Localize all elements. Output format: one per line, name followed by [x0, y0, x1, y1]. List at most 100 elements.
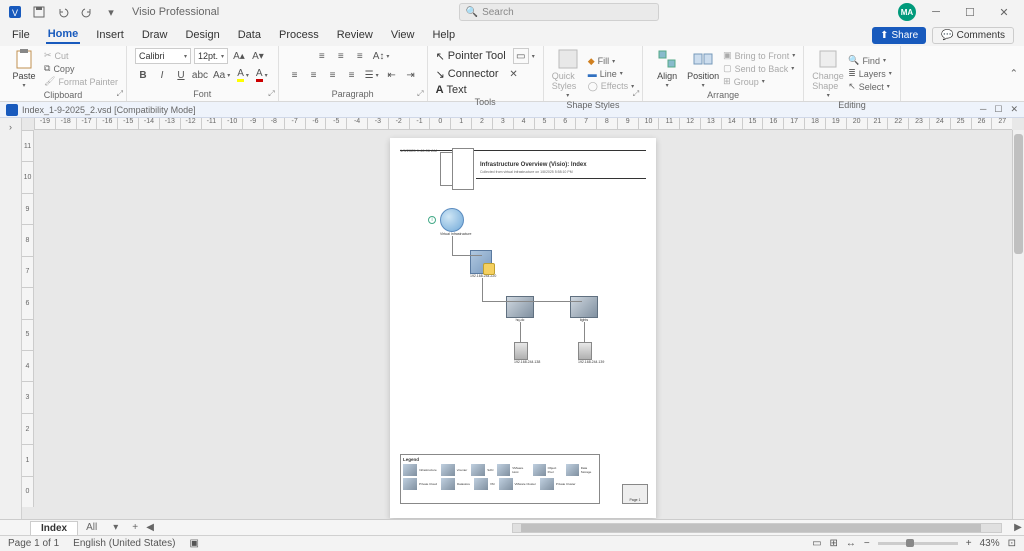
align-middle-button[interactable]: ≡	[333, 48, 349, 64]
node-globe[interactable]: i Virtual Infrastructure	[440, 208, 471, 236]
position-button[interactable]: Position▾	[687, 48, 719, 89]
fill-button[interactable]: ◆Fill▾	[588, 56, 634, 67]
quick-styles-button[interactable]: Quick Styles▾	[552, 48, 584, 99]
grow-font-button[interactable]: A▴	[231, 48, 247, 64]
horizontal-scrollbar[interactable]	[512, 523, 1002, 533]
zoom-in-button[interactable]: +	[966, 538, 972, 549]
undo-icon[interactable]	[54, 3, 72, 21]
redo-icon[interactable]	[78, 3, 96, 21]
maximize-button[interactable]: ☐	[956, 3, 984, 21]
zoom-slider-knob[interactable]	[906, 539, 914, 547]
menu-home[interactable]: Home	[46, 26, 81, 44]
node-server1[interactable]: 192.168.244.138	[514, 342, 540, 364]
text-tool-button[interactable]: AText	[436, 84, 467, 96]
shape-styles-launcher[interactable]: ⤢	[633, 89, 639, 99]
select-button[interactable]: ↖Select▾	[848, 81, 892, 92]
change-case-button[interactable]: Aa▾	[211, 67, 232, 83]
cut-button[interactable]: ✂Cut	[44, 50, 118, 61]
highlight-button[interactable]: A▾	[235, 67, 251, 83]
line-button[interactable]: ▬Line▾	[588, 69, 634, 79]
menu-design[interactable]: Design	[183, 27, 221, 43]
effects-button[interactable]: ◯Effects▾	[588, 81, 634, 92]
drawing-canvas[interactable]: 1/9/2025 9:46:06 AM Infrastructure Overv…	[34, 130, 1012, 519]
zoom-out-button[interactable]: −	[864, 538, 870, 549]
doc-close-button[interactable]: ✕	[1010, 104, 1018, 115]
underline-button[interactable]: U	[173, 67, 189, 83]
zoom-fit-button[interactable]: ⊡	[1008, 538, 1016, 549]
share-button[interactable]: ⬆Share	[872, 27, 926, 44]
legend-box[interactable]: Legend InfrastructurevCenterSANVMware Ho…	[400, 454, 600, 504]
align-top-button[interactable]: ≡	[314, 48, 330, 64]
info-icon[interactable]: i	[428, 216, 436, 224]
search-box[interactable]: 🔍 Search	[459, 3, 659, 21]
bring-to-front-button[interactable]: ▣Bring to Front▾	[723, 50, 795, 61]
comments-button[interactable]: 💬Comments	[932, 27, 1014, 44]
zoom-slider[interactable]	[878, 542, 958, 545]
zoom-level[interactable]: 43%	[980, 538, 1000, 549]
vertical-scrollbar[interactable]	[1012, 130, 1024, 519]
rectangle-tool-button[interactable]: ▭	[513, 48, 529, 64]
shapes-pane-collapsed[interactable]: ›	[0, 118, 22, 519]
pointer-tool-button[interactable]: ↖Pointer Tool▭▾	[436, 48, 535, 64]
decrease-indent-button[interactable]: ⇤	[384, 67, 400, 83]
language-indicator[interactable]: English (United States)	[73, 538, 175, 549]
find-button[interactable]: 🔍Find▾	[848, 55, 892, 66]
visio-app-icon[interactable]: V	[6, 3, 24, 21]
page-indicator[interactable]: Page 1 of 1	[8, 538, 59, 549]
menu-data[interactable]: Data	[236, 27, 263, 43]
save-icon[interactable]	[30, 3, 48, 21]
header-box-overlay[interactable]	[452, 148, 474, 190]
font-size-select[interactable]: 12pt.▾	[194, 48, 228, 64]
group-button[interactable]: ⊞Group▾	[723, 76, 795, 87]
connector-tool-button[interactable]: ↘Connector✕	[436, 66, 522, 82]
font-color-button[interactable]: A▾	[254, 67, 270, 83]
font-launcher[interactable]: ⤢	[268, 89, 274, 99]
format-painter-button[interactable]: 🖌Format Painter	[44, 76, 118, 87]
text-direction-button[interactable]: A↕▾	[371, 48, 392, 64]
shrink-font-button[interactable]: A▾	[250, 48, 266, 64]
sheet-tab-more[interactable]: ▾	[105, 521, 126, 534]
send-to-back-button[interactable]: ▢Send to Back▾	[723, 63, 795, 74]
menu-help[interactable]: Help	[430, 27, 457, 43]
scroll-right-button[interactable]: ▶	[1012, 522, 1024, 533]
italic-button[interactable]: I	[154, 67, 170, 83]
paragraph-launcher[interactable]: ⤢	[417, 89, 423, 99]
node-server2[interactable]: 192.168.244.139	[578, 342, 604, 364]
menu-view[interactable]: View	[389, 27, 417, 43]
user-avatar[interactable]: MA	[898, 3, 916, 21]
scroll-left-button[interactable]: ◀	[144, 522, 156, 533]
minimize-button[interactable]: ─	[922, 3, 950, 21]
page-number-tab[interactable]: Page 1	[622, 484, 648, 504]
sheet-tab-all[interactable]: All	[78, 521, 105, 534]
macro-record-icon[interactable]: ▣	[189, 538, 198, 549]
font-name-select[interactable]: Calibri▾	[135, 48, 191, 64]
delete-connector-button[interactable]: ✕	[506, 66, 522, 82]
bullets-button[interactable]: ☰▾	[363, 67, 381, 83]
doc-minimize-button[interactable]: ─	[980, 104, 986, 115]
drawing-page[interactable]: 1/9/2025 9:46:06 AM Infrastructure Overv…	[390, 138, 656, 518]
align-bottom-button[interactable]: ≡	[352, 48, 368, 64]
align-right-button[interactable]: ≡	[325, 67, 341, 83]
align-left-button[interactable]: ≡	[287, 67, 303, 83]
menu-review[interactable]: Review	[335, 27, 375, 43]
menu-process[interactable]: Process	[277, 27, 321, 43]
align-button[interactable]: Align▾	[651, 48, 683, 89]
add-sheet-button[interactable]: +	[126, 521, 144, 534]
fit-width-button[interactable]: ↔	[846, 538, 856, 549]
doc-maximize-button[interactable]: ☐	[994, 104, 1002, 115]
change-shape-button[interactable]: Change Shape▾	[812, 48, 844, 99]
scrollbar-thumb[interactable]	[521, 524, 981, 532]
menu-insert[interactable]: Insert	[94, 27, 126, 43]
copy-button[interactable]: ⧉Copy	[44, 63, 118, 74]
paste-button[interactable]: Paste ▾	[8, 48, 40, 89]
increase-indent-button[interactable]: ⇥	[403, 67, 419, 83]
qat-customize-icon[interactable]: ▾	[102, 3, 120, 21]
strikethrough-button[interactable]: abc	[192, 67, 208, 83]
presentation-mode-button[interactable]: ▭	[812, 538, 821, 549]
close-button[interactable]: ✕	[990, 3, 1018, 21]
layers-button[interactable]: ≣Layers▾	[848, 68, 892, 79]
scrollbar-thumb[interactable]	[1014, 134, 1023, 254]
bold-button[interactable]: B	[135, 67, 151, 83]
fit-page-button[interactable]: ⊞	[830, 538, 838, 549]
menu-file[interactable]: File	[10, 27, 32, 43]
